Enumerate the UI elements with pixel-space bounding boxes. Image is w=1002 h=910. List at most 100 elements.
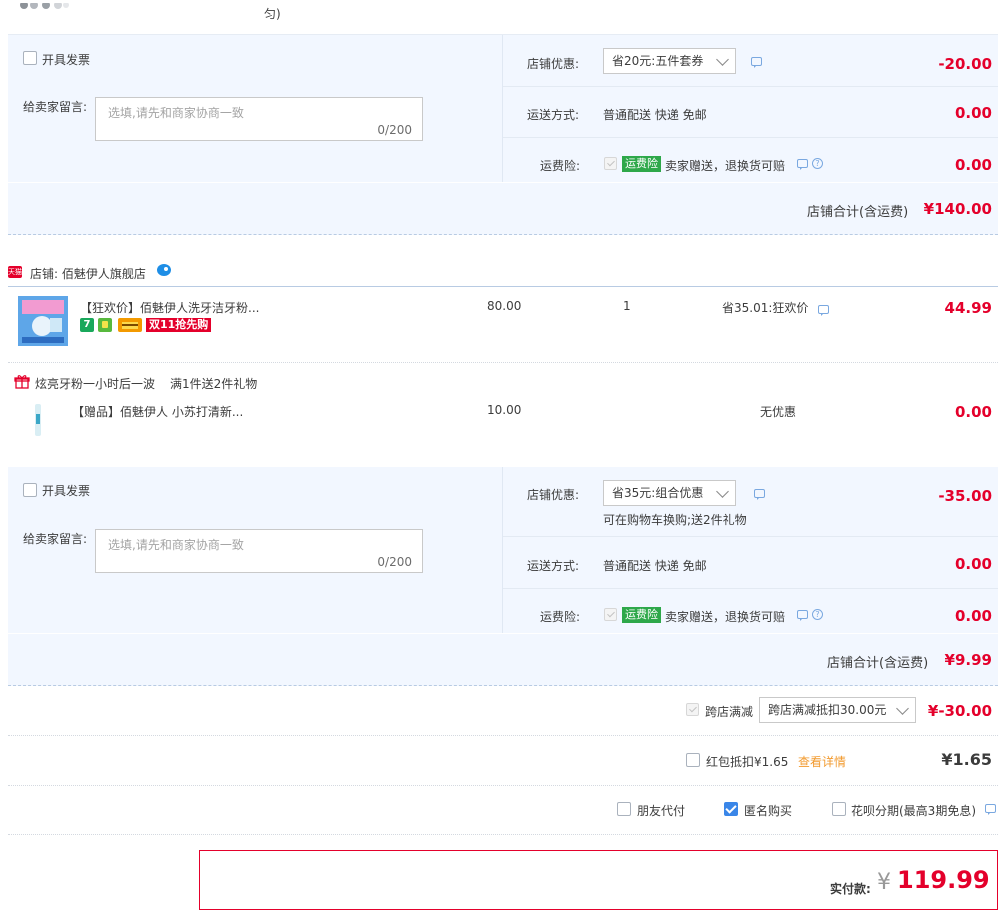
shop2-discount-label: 店铺优惠:: [527, 488, 580, 502]
seven-day-return-icon: 7: [80, 318, 94, 332]
shop2-message-label: 给卖家留言:: [23, 532, 88, 546]
red-packet-detail-link[interactable]: 查看详情: [798, 753, 846, 770]
shop1-invoice-label: 开具发票: [42, 53, 91, 67]
shop2-invoice-checkbox[interactable]: [23, 483, 37, 497]
guarantee-icon: [98, 318, 112, 332]
shop1-message-input[interactable]: 选填,请先和商家协商一致 0/200: [95, 97, 423, 141]
gift-price: 10.00: [487, 403, 522, 417]
divider: [8, 834, 998, 835]
shop2-name[interactable]: 店铺: 佰魅伊人旗舰店: [30, 265, 146, 282]
final-amount: 119.99: [897, 866, 990, 894]
chat-icon[interactable]: [818, 305, 829, 316]
shop1-insurance-label: 运费险:: [540, 159, 581, 173]
shop2-invoice-label: 开具发票: [42, 484, 91, 498]
shop1-invoice-checkbox[interactable]: [23, 51, 37, 65]
divider: [502, 467, 503, 633]
shop1-shipping-amount: 0.00: [954, 104, 992, 122]
cross-store-label: 跨店满减: [705, 705, 754, 719]
divider: [503, 86, 998, 87]
shop1-insurance-amount: 0.00: [954, 156, 992, 174]
credit-card-icon: [118, 318, 142, 332]
shop2-shipping-value: 普通配送 快递 免邮: [603, 559, 707, 573]
divider: [502, 35, 503, 182]
shop2-discount-amount: -35.00: [938, 487, 992, 505]
chevron-down-icon: [716, 53, 729, 66]
product-thumbnail[interactable]: [18, 296, 68, 346]
shop1-message-placeholder: 选填,请先和商家协商一致: [108, 106, 244, 120]
cross-store-select-value: 跨店满减抵扣30.00元: [768, 703, 887, 717]
shop2-insurance-label: 运费险:: [540, 610, 581, 624]
divider: [8, 735, 998, 736]
promo-tag: 双11抢先购: [146, 318, 212, 332]
shop1-message-label: 给卖家留言:: [23, 100, 88, 114]
product-price: 80.00: [487, 299, 522, 313]
anonymous-label: 匿名购买: [744, 804, 793, 818]
divider: [503, 588, 998, 589]
divider: [503, 536, 998, 537]
shop2-message-input[interactable]: 选填,请先和商家协商一致 0/200: [95, 529, 423, 573]
chat-icon[interactable]: [985, 804, 996, 815]
gift-subtotal: 0.00: [954, 403, 992, 421]
shop2-shipping-label: 运送方式:: [527, 559, 580, 573]
shop2-shipping-amount: 0.00: [954, 555, 992, 573]
product-quantity: 1: [623, 299, 631, 313]
prev-product-title-fragment: 匀): [264, 7, 281, 21]
tmall-badge: 天猫: [8, 266, 22, 278]
shop1-total-label: 店铺合计(含运费): [807, 205, 909, 220]
gift-thumbnail[interactable]: [18, 400, 58, 440]
anonymous-checkbox[interactable]: [724, 802, 738, 816]
product-subtotal: 44.99: [944, 299, 992, 317]
shop2-message-counter: 0/200: [377, 555, 412, 569]
shop1-total-amount: ¥140.00: [923, 200, 992, 218]
divider: [8, 785, 998, 786]
shop1-insurance-text: 卖家赠送，退换货可赔: [665, 159, 786, 173]
chat-icon[interactable]: [797, 610, 808, 621]
divider: [503, 137, 998, 138]
prev-product-thumb: [18, 0, 70, 9]
gift-promo-text: 炫亮牙粉一小时后一波: [35, 377, 156, 391]
gift-discount: 无优惠: [760, 405, 797, 419]
red-packet-label: 红包抵扣¥1.65: [706, 755, 789, 769]
installment-label: 花呗分期(最高3期免息): [851, 804, 976, 818]
divider: [8, 362, 998, 363]
product-discount: 省35.01:狂欢价: [722, 301, 809, 315]
chat-icon[interactable]: [751, 57, 762, 68]
shop1-message-counter: 0/200: [377, 123, 412, 137]
final-currency: ¥: [877, 870, 891, 895]
cross-store-amount: ¥-30.00: [927, 702, 992, 720]
cross-store-select[interactable]: 跨店满减抵扣30.00元: [759, 697, 916, 723]
shop1-insurance-tag: 运费险: [622, 156, 661, 172]
shop2-insurance-text: 卖家赠送，退换货可赔: [665, 610, 786, 624]
shop2-message-placeholder: 选填,请先和商家协商一致: [108, 538, 244, 552]
shop2-insurance-tag: 运费险: [622, 607, 661, 623]
shop2-total-label: 店铺合计(含运费): [827, 656, 929, 671]
shop1-discount-amount: -20.00: [938, 55, 992, 73]
wangwang-chat-icon[interactable]: [156, 263, 172, 277]
shop1-discount-value: 省20元:五件套券: [612, 54, 704, 68]
shop1-discount-select[interactable]: 省20元:五件套券: [603, 48, 736, 74]
gift-title[interactable]: 【赠品】佰魅伊人 小苏打清新...: [72, 403, 243, 420]
installment-checkbox[interactable]: [832, 802, 846, 816]
friend-pay-label: 朋友代付: [637, 804, 686, 818]
divider: [8, 286, 998, 287]
red-packet-amount: ¥1.65: [941, 750, 992, 769]
shop1-shipping-label: 运送方式:: [527, 108, 580, 122]
shop2-total-amount: ¥9.99: [944, 651, 992, 669]
shop1-discount-label: 店铺优惠:: [527, 57, 580, 71]
friend-pay-checkbox[interactable]: [617, 802, 631, 816]
gift-promo-rule: 满1件送2件礼物: [170, 377, 258, 391]
red-packet-checkbox[interactable]: [686, 753, 700, 767]
shop1-shipping-value: 普通配送 快递 免邮: [603, 108, 707, 122]
help-icon[interactable]: ?: [812, 609, 823, 620]
chat-icon[interactable]: [797, 159, 808, 170]
product-title[interactable]: 【狂欢价】佰魅伊人洗牙洁牙粉...: [80, 299, 259, 316]
shop2-discount-select[interactable]: 省35元:组合优惠: [603, 480, 736, 506]
shop2-insurance-amount: 0.00: [954, 607, 992, 625]
shop1-insurance-checkbox: [604, 157, 617, 170]
divider: [8, 234, 998, 235]
divider: [8, 685, 998, 686]
shop2-discount-value: 省35元:组合优惠: [612, 486, 704, 500]
chat-icon[interactable]: [754, 489, 765, 500]
gift-icon: [14, 374, 30, 389]
help-icon[interactable]: ?: [812, 158, 823, 169]
